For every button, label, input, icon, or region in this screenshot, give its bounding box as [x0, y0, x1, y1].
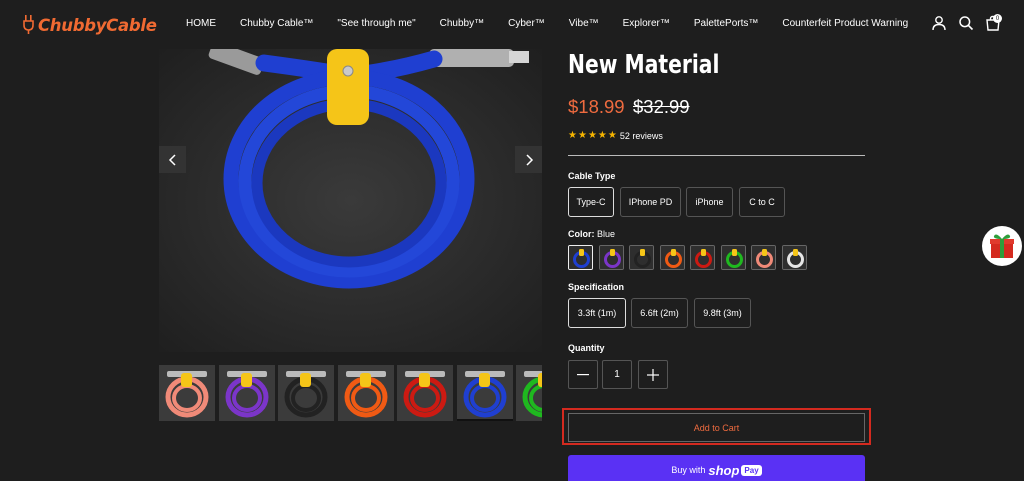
swatch-cable-image: [569, 246, 592, 269]
cable-thumbnail-image: [159, 365, 215, 421]
color-label: Color: Blue: [568, 229, 615, 239]
color-swatch[interactable]: [568, 245, 593, 270]
cable-thumbnail-image: [278, 365, 334, 421]
product-thumbnail[interactable]: [218, 365, 275, 421]
search-icon[interactable]: [958, 15, 974, 31]
star-icon: ★: [607, 130, 617, 141]
star-icon: ★: [587, 130, 597, 141]
chevron-left-icon: [168, 153, 176, 166]
brand-logo[interactable]: ChubbyCable: [22, 12, 157, 38]
option-type-c[interactable]: Type-C: [568, 187, 614, 217]
cart-count: 0: [995, 15, 1000, 22]
cable-thumbnail-image: [456, 365, 513, 421]
pay-word: Pay: [741, 464, 762, 476]
next-image-button[interactable]: [515, 146, 542, 173]
product-thumbnail[interactable]: [159, 365, 215, 421]
brand-name: ChubbyCable: [38, 15, 157, 35]
quantity-increase-button[interactable]: [638, 360, 668, 389]
option-c-to-c[interactable]: C to C: [739, 187, 785, 217]
color-swatch[interactable]: [598, 245, 624, 270]
shop-word: shop: [708, 462, 740, 478]
color-swatch[interactable]: [659, 245, 685, 270]
user-icon[interactable]: [931, 15, 947, 31]
star-icon: ★: [568, 130, 577, 141]
review-count[interactable]: 52 reviews: [620, 131, 663, 141]
nav-item-counterfeit-warning[interactable]: Counterfeit Product Warning: [782, 18, 908, 29]
quantity-input[interactable]: 1: [602, 360, 632, 389]
product-thumbnail[interactable]: [337, 365, 394, 421]
option-iphone-pd[interactable]: IPhone PD: [620, 187, 681, 217]
main-product-image[interactable]: [159, 49, 542, 352]
swatch-cable-image: [691, 246, 714, 269]
nav-item-cyber[interactable]: Cyber™: [508, 18, 545, 29]
divider: [568, 155, 865, 156]
color-selected-value: Blue: [597, 229, 616, 239]
product-thumbnail[interactable]: [278, 365, 334, 421]
rating-stars[interactable]: ★ ★ ★ ★ ★ 52 reviews: [568, 130, 663, 142]
nav-item-vibe[interactable]: Vibe™: [569, 18, 599, 29]
plus-icon: [647, 368, 659, 381]
specification-label: Specification: [568, 282, 625, 292]
swatch-cable-image: [752, 246, 775, 269]
option-9-8ft[interactable]: 9.8ft (3m): [694, 298, 751, 328]
color-swatch[interactable]: [781, 245, 807, 270]
star-icon: ★: [577, 130, 587, 141]
cable-thumbnail-image: [397, 365, 453, 421]
option-3-3ft[interactable]: 3.3ft (1m): [568, 298, 626, 328]
color-label-text: Color:: [568, 229, 595, 239]
color-swatch[interactable]: [629, 245, 654, 270]
product-thumbnail[interactable]: [516, 365, 542, 421]
cable-thumbnail-image: [516, 365, 542, 421]
cart-count-badge: 0: [993, 14, 1002, 23]
cable-type-label: Cable Type: [568, 171, 616, 181]
main-nav: HOME Chubby Cable™ "See through me" Chub…: [186, 18, 932, 29]
chevron-right-icon: [525, 153, 533, 166]
prev-image-button[interactable]: [159, 146, 186, 173]
quantity-label: Quantity: [568, 343, 605, 353]
swatch-cable-image: [782, 246, 806, 269]
minus-icon: [577, 373, 589, 375]
cable-thumbnail-image: [218, 365, 275, 421]
swatch-cable-image: [630, 246, 653, 269]
option-iphone[interactable]: iPhone: [686, 187, 733, 217]
quantity-decrease-button[interactable]: [568, 360, 598, 389]
nav-item-explorer[interactable]: Explorer™: [623, 18, 670, 29]
star-icon: ★: [597, 130, 607, 141]
product-thumbnail[interactable]: [397, 365, 453, 421]
product-title: New Material: [568, 50, 720, 80]
color-swatch[interactable]: [751, 245, 776, 270]
nav-item-chubby[interactable]: Chubby™: [440, 18, 484, 29]
blue-cable-image: [159, 49, 542, 352]
color-swatch[interactable]: [690, 245, 715, 270]
swatch-cable-image: [599, 246, 623, 269]
swatch-cable-image: [721, 246, 745, 269]
color-swatch[interactable]: [720, 245, 746, 270]
option-6-6ft[interactable]: 6.6ft (2m): [631, 298, 688, 328]
buy-with-shop-pay-button[interactable]: Buy with shop Pay: [568, 455, 865, 481]
site-header: ChubbyCable HOME Chubby Cable™ "See thro…: [0, 0, 1024, 49]
add-to-cart-button[interactable]: Add to Cart: [568, 413, 865, 442]
compare-at-price: $32.99: [633, 96, 690, 117]
cable-thumbnail-image: [337, 365, 394, 421]
buy-with-text: Buy with: [671, 465, 706, 475]
swatch-cable-image: [660, 246, 684, 269]
gift-popup-button[interactable]: [982, 226, 1022, 266]
nav-item-chubby-cable[interactable]: Chubby Cable™: [240, 18, 313, 29]
thumbnail-strip: [159, 365, 542, 421]
plug-logo-icon: [23, 15, 34, 34]
gift-icon: [990, 234, 1014, 258]
product-thumbnail[interactable]: [456, 365, 513, 421]
sale-price: $18.99: [568, 96, 625, 117]
nav-item-paletteports[interactable]: PalettePorts™: [694, 18, 758, 29]
nav-item-home[interactable]: HOME: [186, 18, 216, 29]
nav-item-see-through-me[interactable]: "See through me": [337, 18, 415, 29]
